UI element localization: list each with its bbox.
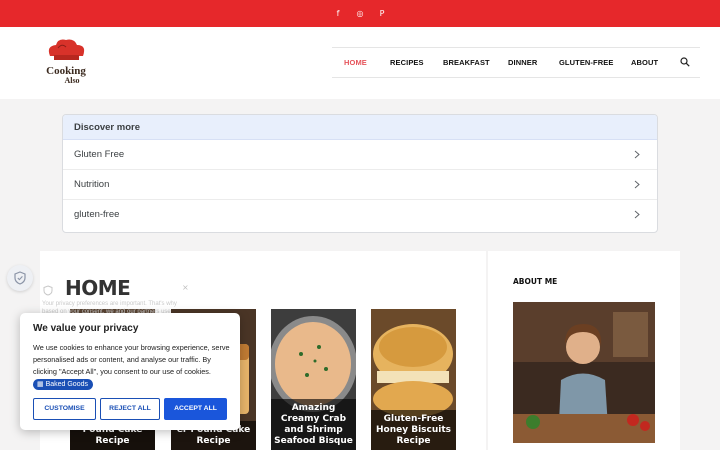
search-icon[interactable] xyxy=(680,57,690,67)
site-logo[interactable]: Cooking Also xyxy=(42,38,90,88)
cookie-title: We value your privacy xyxy=(33,323,139,334)
shield-check-icon xyxy=(14,271,26,285)
nav-item-about[interactable]: ABOUT xyxy=(631,58,658,67)
top-bar: f ◎ P xyxy=(0,0,720,27)
reject-all-button[interactable]: REJECT ALL xyxy=(100,398,160,420)
recipe-card-title: Gluten-Free Honey Biscuits Recipe xyxy=(371,410,456,450)
discover-item[interactable]: Nutrition xyxy=(63,170,657,200)
about-me-photo xyxy=(513,302,655,443)
discover-item-label: Gluten Free xyxy=(74,149,125,160)
chevron-right-icon xyxy=(634,150,640,159)
chevron-right-icon xyxy=(634,210,640,219)
cookie-body: We use cookies to enhance your browsing … xyxy=(33,342,233,390)
nav-item-recipes[interactable]: RECIPES xyxy=(390,58,424,67)
logo-text-sub: Also xyxy=(64,76,79,85)
customise-button[interactable]: CUSTOMISE xyxy=(33,398,96,420)
chevron-right-icon xyxy=(634,180,640,189)
shield-icon xyxy=(43,285,53,296)
main-nav: HOME RECIPES BREAKFAST DINNER GLUTEN-FRE… xyxy=(332,47,700,78)
grid-icon: ▦ xyxy=(37,381,46,388)
nav-item-dinner[interactable]: DINNER xyxy=(508,58,537,67)
discover-item[interactable]: gluten-free xyxy=(63,200,657,230)
recipe-card[interactable]: Amazing Creamy Crab and Shrimp Seafood B… xyxy=(271,309,356,450)
accept-all-button[interactable]: ACCEPT ALL xyxy=(164,398,227,420)
nav-item-home[interactable]: HOME xyxy=(344,58,367,67)
nav-item-breakfast[interactable]: BREAKFAST xyxy=(443,58,490,67)
discover-item-label: gluten-free xyxy=(74,209,120,220)
nav-item-gluten-free[interactable]: GLUTEN-FREE xyxy=(559,58,613,67)
discover-more-title: Discover more xyxy=(63,115,657,140)
category-badge[interactable]: ▦ Baked Goods xyxy=(33,379,93,390)
close-icon[interactable]: × xyxy=(182,283,189,292)
cookie-consent-banner: We value your privacy We use cookies to … xyxy=(20,313,240,430)
facebook-icon[interactable]: f xyxy=(334,9,342,18)
privacy-settings-button[interactable] xyxy=(7,265,33,291)
discover-item-label: Nutrition xyxy=(74,179,110,190)
pinterest-icon[interactable]: P xyxy=(378,9,386,18)
instagram-icon[interactable]: ◎ xyxy=(356,9,364,18)
discover-item[interactable]: Gluten Free xyxy=(63,140,657,170)
site-header: Cooking Also HOME RECIPES BREAKFAST DINN… xyxy=(0,27,720,99)
recipe-card-title: Amazing Creamy Crab and Shrimp Seafood B… xyxy=(271,399,356,450)
recipe-card[interactable]: Gluten-Free Honey Biscuits Recipe xyxy=(371,309,456,450)
discover-more-panel: Discover more Gluten Free Nutrition glut… xyxy=(62,114,658,233)
page-title: HOME xyxy=(65,276,131,300)
category-badge-label: Baked Goods xyxy=(45,381,88,388)
about-me-heading: ABOUT ME xyxy=(513,277,558,286)
cookie-body-text: We use cookies to enhance your browsing … xyxy=(33,343,230,376)
